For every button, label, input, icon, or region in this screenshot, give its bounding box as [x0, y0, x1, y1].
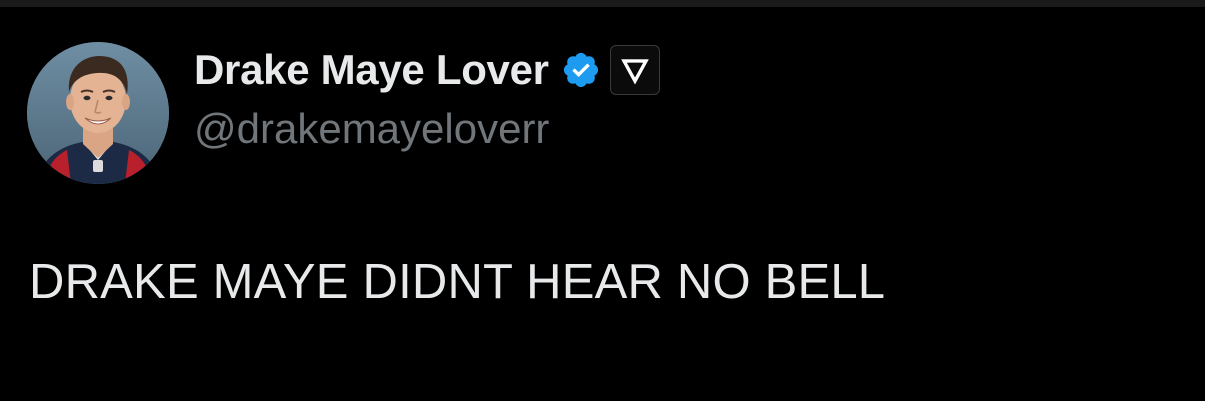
avatar[interactable]	[27, 42, 169, 184]
tweet-card: Drake Maye Lover @drakemayeloverr DRAKE …	[0, 7, 1205, 401]
name-row: Drake Maye Lover	[194, 43, 660, 97]
avatar-image	[27, 42, 169, 184]
tweet-text: DRAKE MAYE DIDNT HEAR NO BELL	[29, 255, 886, 309]
display-name[interactable]: Drake Maye Lover	[194, 46, 549, 94]
top-divider	[0, 0, 1205, 7]
affiliate-badge-icon[interactable]	[609, 45, 660, 95]
verified-badge-icon[interactable]	[561, 50, 601, 90]
tweet-header: Drake Maye Lover @drakemayeloverr	[194, 43, 660, 163]
user-handle[interactable]: @drakemayeloverr	[194, 105, 660, 153]
